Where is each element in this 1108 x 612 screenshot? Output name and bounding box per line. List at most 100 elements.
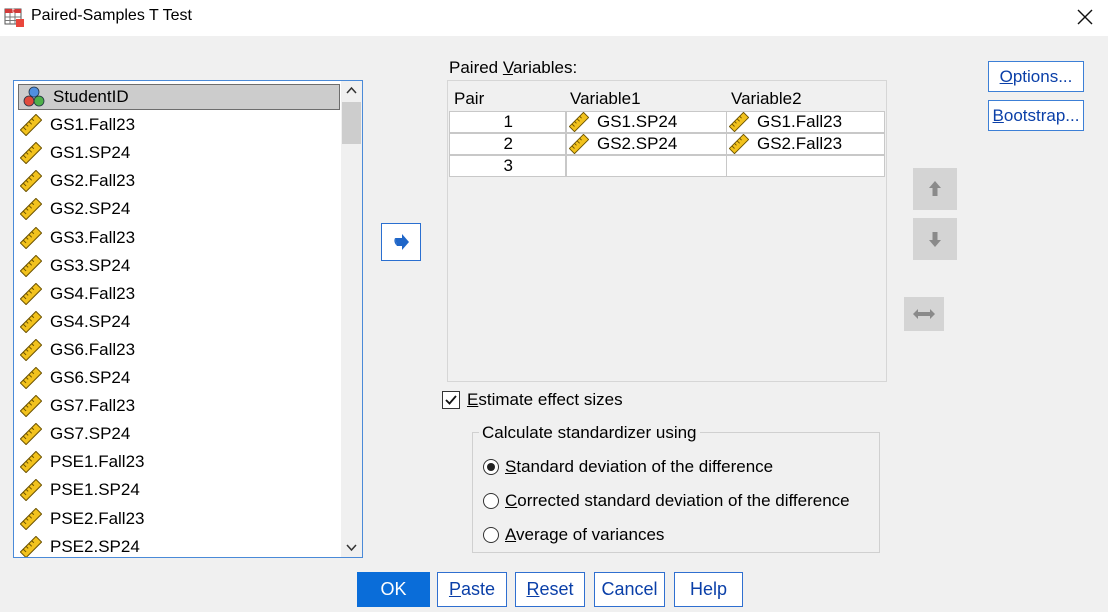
checkmark-icon (445, 395, 457, 405)
variable-list-scrollbar[interactable] (341, 81, 362, 557)
scale-variable-icon (19, 310, 43, 334)
variable-list-item[interactable]: PSE1.SP24 (16, 477, 340, 503)
move-up-button[interactable] (913, 168, 957, 210)
nominal-variable-icon (23, 86, 45, 108)
scroll-thumb[interactable] (342, 102, 361, 144)
paired-row[interactable]: 1 GS1.SP24 GS1.Fall23 (449, 111, 886, 133)
arrow-down-icon (929, 232, 941, 247)
close-button[interactable] (1062, 0, 1108, 34)
help-button[interactable]: Help (674, 572, 743, 607)
checkbox-box[interactable] (442, 391, 460, 409)
reset-button[interactable]: Reset (515, 572, 585, 607)
cancel-button[interactable]: Cancel (594, 572, 665, 607)
bootstrap-button[interactable]: Bootstrap... (988, 100, 1084, 131)
pair-number-cell: 2 (449, 133, 566, 155)
variable2-cell[interactable]: GS2.Fall23 (726, 133, 885, 155)
scale-variable-icon (19, 507, 43, 530)
variable-list-item[interactable]: PSE1.Fall23 (16, 449, 340, 475)
variable2-cell[interactable] (726, 155, 885, 177)
scale-variable-icon (19, 282, 43, 306)
arrow-up-icon (929, 181, 941, 196)
variable1-cell[interactable]: GS1.SP24 (566, 111, 727, 133)
source-variable-list[interactable]: StudentID GS1.Fall23 GS1.SP24 GS2.Fall23 GS2… (13, 80, 363, 558)
radio-corrected-standard-deviation[interactable]: Corrected standard deviation of the diff… (483, 490, 850, 512)
move-down-button[interactable] (913, 218, 957, 260)
svg-text:t: t (12, 7, 15, 15)
variable-name: GS7.Fall23 (50, 396, 136, 416)
scale-variable-icon (19, 198, 43, 221)
variable-name: GS3.Fall23 (50, 227, 136, 247)
variable-name: PSE1.Fall23 (50, 452, 145, 472)
variable-list-item[interactable]: PSE2.SP24 (16, 534, 340, 557)
variable-list-item[interactable]: GS4.SP24 (16, 309, 340, 335)
estimate-effect-sizes-checkbox[interactable]: Estimate effect sizes (442, 389, 623, 411)
radio-button[interactable] (483, 493, 499, 509)
variable-list-item[interactable]: GS6.SP24 (16, 365, 340, 391)
column-header-variable2: Variable2 (731, 89, 802, 108)
variable1-cell[interactable]: GS2.SP24 (566, 133, 727, 155)
variable-name: GS2.Fall23 (50, 171, 136, 191)
app-icon: t (4, 7, 24, 27)
variable-list-item[interactable]: GS3.SP24 (16, 253, 340, 279)
variable-list-item[interactable]: GS1.Fall23 (16, 112, 340, 138)
scale-variable-icon (19, 394, 43, 418)
ok-button[interactable]: OK (357, 572, 430, 607)
column-header-pair: Pair (454, 89, 485, 108)
scale-variable-icon (19, 450, 43, 474)
variable-name: GS4.SP24 (50, 311, 131, 331)
scale-variable-icon (19, 338, 43, 362)
scale-variable-icon (728, 133, 750, 155)
variable1-cell[interactable] (566, 155, 727, 177)
standardizer-group-title: Calculate standardizer using (479, 423, 700, 443)
scroll-down-icon[interactable] (341, 537, 362, 557)
radio-button[interactable] (483, 459, 499, 475)
radio-standard-deviation-difference[interactable]: Standard deviation of the difference (483, 456, 773, 478)
variable-name: GS1.Fall23 (50, 115, 136, 135)
pair-number-cell: 1 (449, 111, 566, 133)
variable-list-item[interactable]: StudentID (18, 84, 340, 110)
variable-name: GS4.Fall23 (50, 283, 136, 303)
scale-variable-icon (19, 479, 43, 502)
variable-name: GS7.SP24 (50, 424, 131, 444)
column-header-variable1: Variable1 (570, 89, 641, 108)
arrow-right-icon (394, 234, 409, 250)
scroll-up-icon[interactable] (341, 81, 362, 101)
variable-list-item[interactable]: PSE2.Fall23 (16, 506, 340, 532)
scale-variable-icon (19, 113, 43, 137)
cell-text: GS1.SP24 (597, 112, 678, 131)
scale-variable-icon (19, 535, 43, 557)
variable-list-item[interactable]: GS2.Fall23 (16, 168, 340, 194)
close-icon (1077, 9, 1093, 25)
paired-row[interactable]: 3 (449, 155, 886, 177)
cell-text: GS2.Fall23 (757, 134, 843, 153)
radio-average-of-variances[interactable]: Average of variances (483, 524, 664, 546)
scale-variable-icon (19, 422, 43, 446)
variable-name: PSE1.SP24 (50, 480, 140, 500)
variable-list-item[interactable]: GS7.SP24 (16, 421, 340, 447)
variable-list-item[interactable]: GS3.Fall23 (16, 225, 340, 251)
pair-number-cell: 3 (449, 155, 566, 177)
variable-list-item[interactable]: GS6.Fall23 (16, 337, 340, 363)
variable-list-item[interactable]: GS7.Fall23 (16, 393, 340, 419)
move-to-paired-button[interactable] (381, 223, 421, 261)
cell-text: GS2.SP24 (597, 134, 678, 153)
estimate-effect-sizes-label: Estimate effect sizes (467, 390, 623, 409)
cell-text: GS1.Fall23 (757, 112, 843, 131)
radio-button[interactable] (483, 527, 499, 543)
paired-variables-grid[interactable]: Pair Variable1 Variable2 1 GS1.SP24 GS1.Fa… (447, 80, 887, 382)
paste-button[interactable]: Paste (437, 572, 507, 607)
paired-row[interactable]: 2 GS2.SP24 GS2.Fall23 (449, 133, 886, 155)
scale-variable-icon (728, 111, 750, 133)
variable-list-items: StudentID GS1.Fall23 GS1.SP24 GS2.Fall23 GS2… (14, 81, 341, 557)
standardizer-group: Calculate standardizer using Standard de… (472, 423, 880, 553)
variable-list-item[interactable]: GS4.Fall23 (16, 281, 340, 307)
options-button[interactable]: Options... (988, 61, 1084, 92)
scale-variable-icon (19, 254, 43, 277)
variable-name: GS2.SP24 (50, 199, 131, 219)
swap-arrows-icon (913, 309, 935, 319)
variable-list-item[interactable]: GS2.SP24 (16, 196, 340, 222)
variable-name: GS6.Fall23 (50, 339, 136, 359)
variable2-cell[interactable]: GS1.Fall23 (726, 111, 885, 133)
swap-variables-button[interactable] (904, 297, 944, 331)
variable-list-item[interactable]: GS1.SP24 (16, 140, 340, 166)
